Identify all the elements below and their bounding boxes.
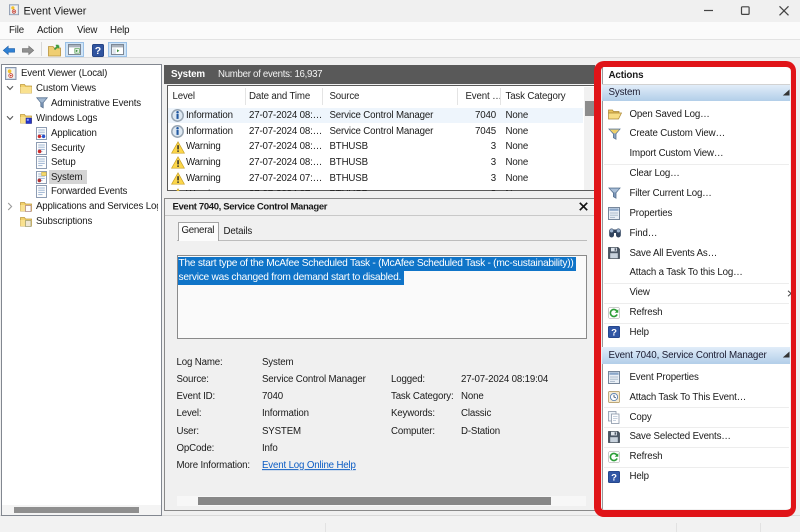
svg-text:?: ? bbox=[95, 45, 101, 57]
